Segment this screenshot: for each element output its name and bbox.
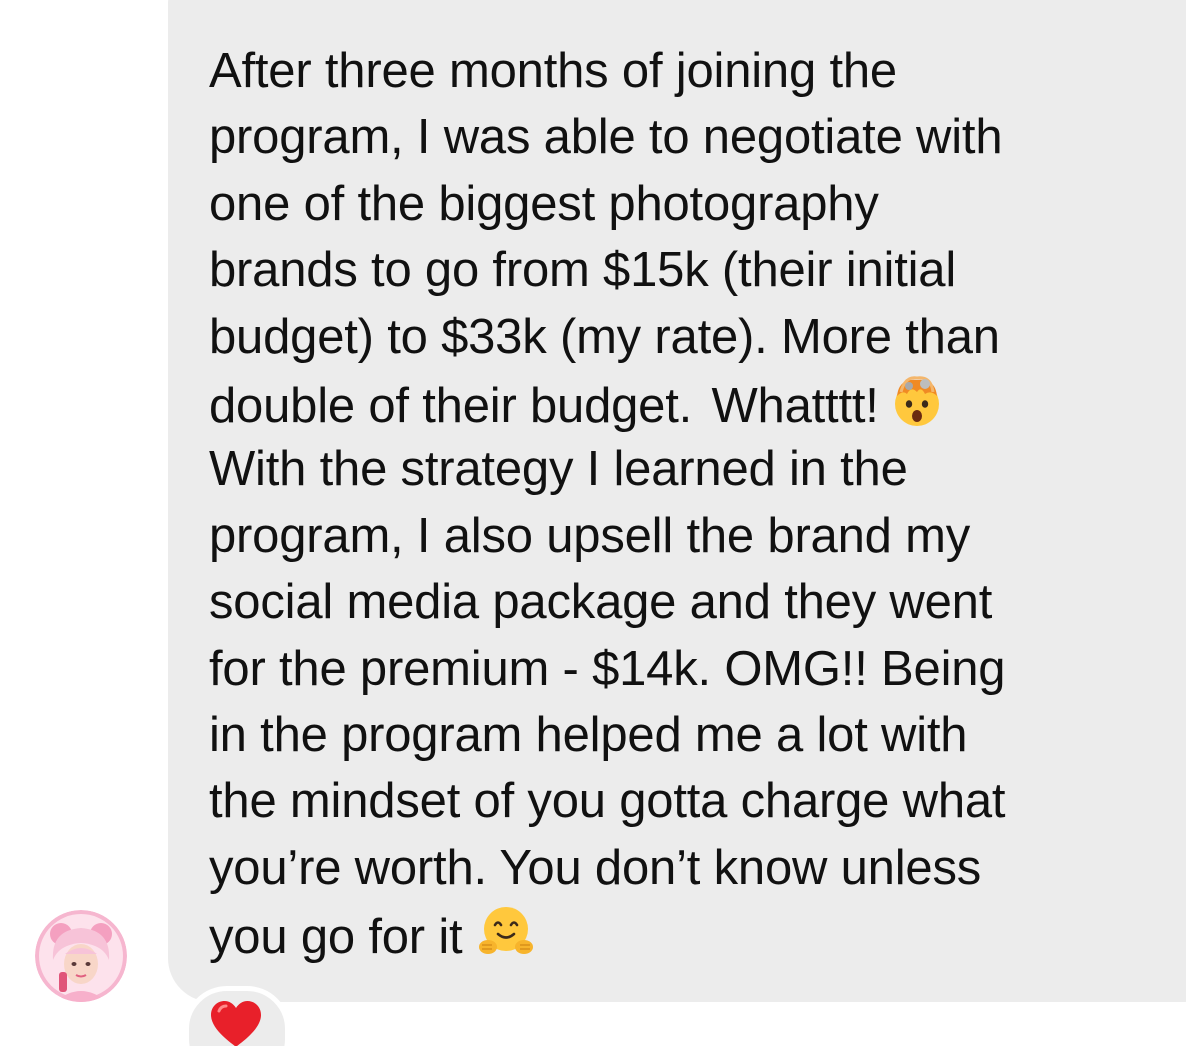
line-text: for the premium - $14k. OMG!! Being bbox=[209, 641, 1006, 696]
message-line: After three months of joining the bbox=[209, 38, 1149, 104]
message-line: double of their budget. Whatttt! bbox=[209, 370, 1149, 436]
message-line: program, I was able to negotiate with bbox=[209, 104, 1149, 170]
message-line: the mindset of you gotta charge what bbox=[209, 768, 1149, 834]
line-text: With the strategy I learned in the bbox=[209, 442, 908, 497]
sender-avatar[interactable] bbox=[35, 910, 127, 1002]
message-line: in the program helped me a lot with bbox=[209, 702, 1149, 768]
message-line: brands to go from $15k (their initial bbox=[209, 237, 1149, 303]
message-line: you’re worth. You don’t know unless bbox=[209, 835, 1149, 901]
message-line: With the strategy I learned in the bbox=[209, 436, 1149, 502]
line-text: Whatttt! bbox=[698, 378, 879, 433]
highlighted-text: one of the biggest photography bbox=[209, 176, 889, 231]
exploding-head-icon bbox=[894, 376, 939, 426]
line-text: you’re worth. You don’t know unless bbox=[209, 840, 982, 895]
message-line: budget) to $33k (my rate). More than bbox=[209, 304, 1149, 370]
message-text: After three months of joining the progra… bbox=[209, 38, 1149, 967]
line-text: After three months of joining the bbox=[209, 44, 897, 98]
highlighted-text: brands to go from $15k (their initial bbox=[209, 243, 961, 298]
highlighted-text: double of their budget. bbox=[209, 378, 699, 433]
reaction-badge[interactable] bbox=[184, 986, 290, 1046]
line-text: program, I also upsell the brand my bbox=[209, 508, 971, 563]
message-line: for the premium - $14k. OMG!! Being bbox=[209, 636, 1149, 702]
line-text: social media package and they went bbox=[209, 575, 993, 630]
message-line: program, I also upsell the brand my bbox=[209, 503, 1149, 569]
line-text: the mindset of you gotta charge what bbox=[209, 774, 1006, 829]
avatar-icon bbox=[35, 910, 127, 1002]
line-text: in the program helped me a lot with bbox=[209, 707, 968, 762]
dm-conversation: After three months of joining the progra… bbox=[0, 0, 1186, 1046]
hugging-face-icon bbox=[479, 907, 534, 955]
highlighted-text: budget) to $33k (my rate). More than bbox=[209, 309, 1014, 364]
line-text: you go for it bbox=[209, 910, 463, 965]
highlighted-text: I was able to negotiate with bbox=[404, 110, 1007, 165]
message-line: social media package and they went bbox=[209, 569, 1149, 635]
message-line: one of the biggest photography bbox=[209, 171, 1149, 237]
line-text: program, bbox=[209, 110, 417, 165]
heart-icon bbox=[211, 1001, 261, 1046]
message-line: you go for it bbox=[209, 901, 1149, 967]
